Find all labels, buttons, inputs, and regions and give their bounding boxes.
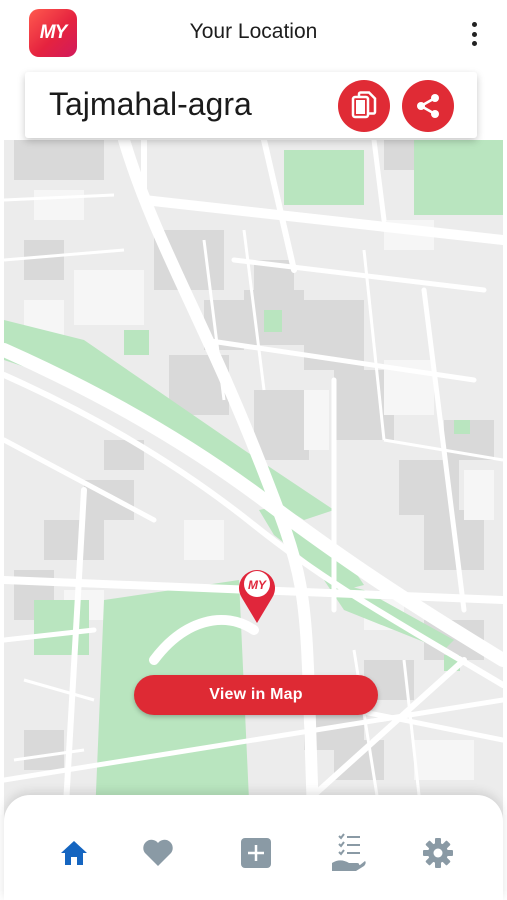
home-icon <box>61 841 87 865</box>
share-icon <box>417 94 439 118</box>
bottom-navigation <box>4 795 503 900</box>
heart-icon <box>143 839 173 866</box>
location-card: Tajmahal-agra <box>25 72 477 138</box>
nav-list[interactable] <box>328 833 368 873</box>
location-name: Tajmahal-agra <box>49 86 252 122</box>
copy-icon <box>351 91 377 119</box>
app-header: MY Your Location <box>0 0 507 68</box>
pin-logo-text: MY <box>248 578 267 592</box>
plus-square-icon <box>241 838 271 868</box>
nav-favorites[interactable] <box>138 833 178 873</box>
page-title: Your Location <box>189 20 318 43</box>
nav-home[interactable] <box>54 833 94 873</box>
map-pin-icon[interactable]: MY <box>236 565 278 625</box>
hand-list-icon <box>332 833 366 871</box>
map-view[interactable] <box>4 140 503 840</box>
more-vertical-icon[interactable] <box>462 20 486 48</box>
nav-add[interactable] <box>236 833 276 873</box>
copy-button[interactable] <box>338 80 390 132</box>
view-in-map-button[interactable]: View in Map <box>134 675 378 715</box>
gear-icon <box>423 838 453 868</box>
share-button[interactable] <box>402 80 454 132</box>
nav-settings[interactable] <box>418 833 458 873</box>
